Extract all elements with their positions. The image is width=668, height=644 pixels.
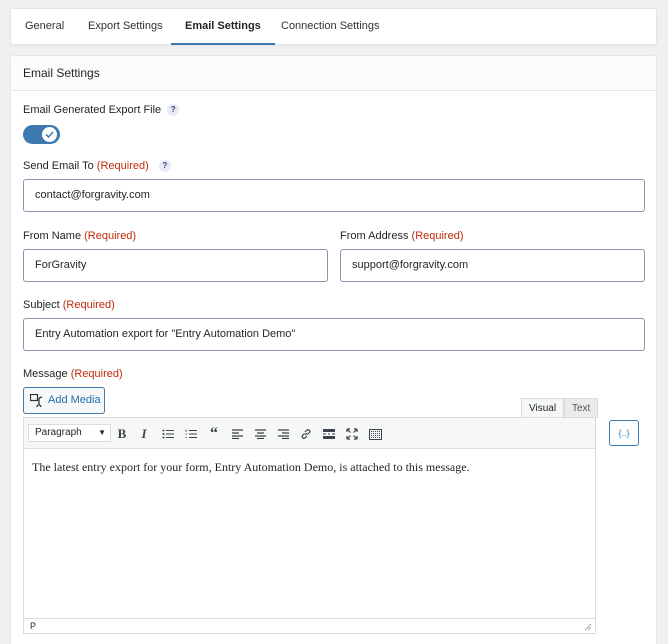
email-settings-panel: Email Settings Email Generated Export Fi… xyxy=(10,55,657,644)
media-icon xyxy=(30,394,43,407)
fullscreen-icon[interactable] xyxy=(344,426,360,442)
message-label: Message (Required) xyxy=(23,368,123,380)
tab-export-settings[interactable]: Export Settings xyxy=(74,9,177,45)
panel-title: Email Settings xyxy=(11,56,656,91)
email-export-toggle[interactable] xyxy=(23,125,60,144)
subject-label: Subject (Required) xyxy=(23,299,115,311)
align-left-icon[interactable] xyxy=(229,426,245,442)
read-more-icon[interactable] xyxy=(321,426,337,442)
blockquote-icon[interactable]: “ xyxy=(206,425,222,442)
italic-icon[interactable]: I xyxy=(136,426,152,442)
tab-connection-settings[interactable]: Connection Settings xyxy=(267,9,393,45)
bullet-list-icon[interactable] xyxy=(160,426,176,442)
help-icon[interactable]: ? xyxy=(167,104,180,116)
align-center-icon[interactable] xyxy=(252,426,268,442)
caret-down-icon: ▼ xyxy=(98,428,106,437)
editor-content[interactable]: The latest entry export for your form, E… xyxy=(24,449,595,486)
from-address-label: From Address (Required) xyxy=(340,230,464,242)
merge-tag-button[interactable]: {..} xyxy=(609,420,639,446)
tab-visual[interactable]: Visual xyxy=(521,398,565,418)
tab-text[interactable]: Text xyxy=(564,398,599,418)
check-icon xyxy=(45,131,54,138)
bold-icon[interactable]: B xyxy=(114,426,130,442)
align-right-icon[interactable] xyxy=(275,426,291,442)
numbered-list-icon[interactable] xyxy=(183,426,199,442)
from-address-input[interactable]: support@forgravity.com xyxy=(340,249,645,282)
toggle-knob xyxy=(42,127,57,142)
settings-tabs: General Export Settings Email Settings C… xyxy=(10,8,657,45)
from-name-input[interactable]: ForGravity xyxy=(23,249,328,282)
element-path[interactable]: P xyxy=(30,621,36,631)
editor-statusbar: P xyxy=(24,618,595,633)
from-name-label: From Name (Required) xyxy=(23,230,137,242)
send-to-label: Send Email To (Required)? xyxy=(23,160,171,172)
tab-email-settings[interactable]: Email Settings xyxy=(171,9,275,45)
resize-grip-icon[interactable] xyxy=(584,623,592,631)
help-icon[interactable]: ? xyxy=(158,160,171,172)
format-select[interactable]: Paragraph ▼ xyxy=(28,424,111,442)
email-export-label: Email Generated Export File? xyxy=(23,104,180,116)
link-icon[interactable] xyxy=(298,426,314,442)
toolbar-toggle-icon[interactable] xyxy=(367,426,383,442)
editor-toolbar: Paragraph ▼ B I “ xyxy=(24,418,595,449)
send-to-input[interactable]: contact@forgravity.com xyxy=(23,179,645,212)
subject-input[interactable]: Entry Automation export for "Entry Autom… xyxy=(23,318,645,351)
tab-general[interactable]: General xyxy=(11,9,78,45)
message-editor: Paragraph ▼ B I “ The latest entry expor… xyxy=(23,417,596,634)
add-media-button[interactable]: Add Media xyxy=(23,387,105,414)
